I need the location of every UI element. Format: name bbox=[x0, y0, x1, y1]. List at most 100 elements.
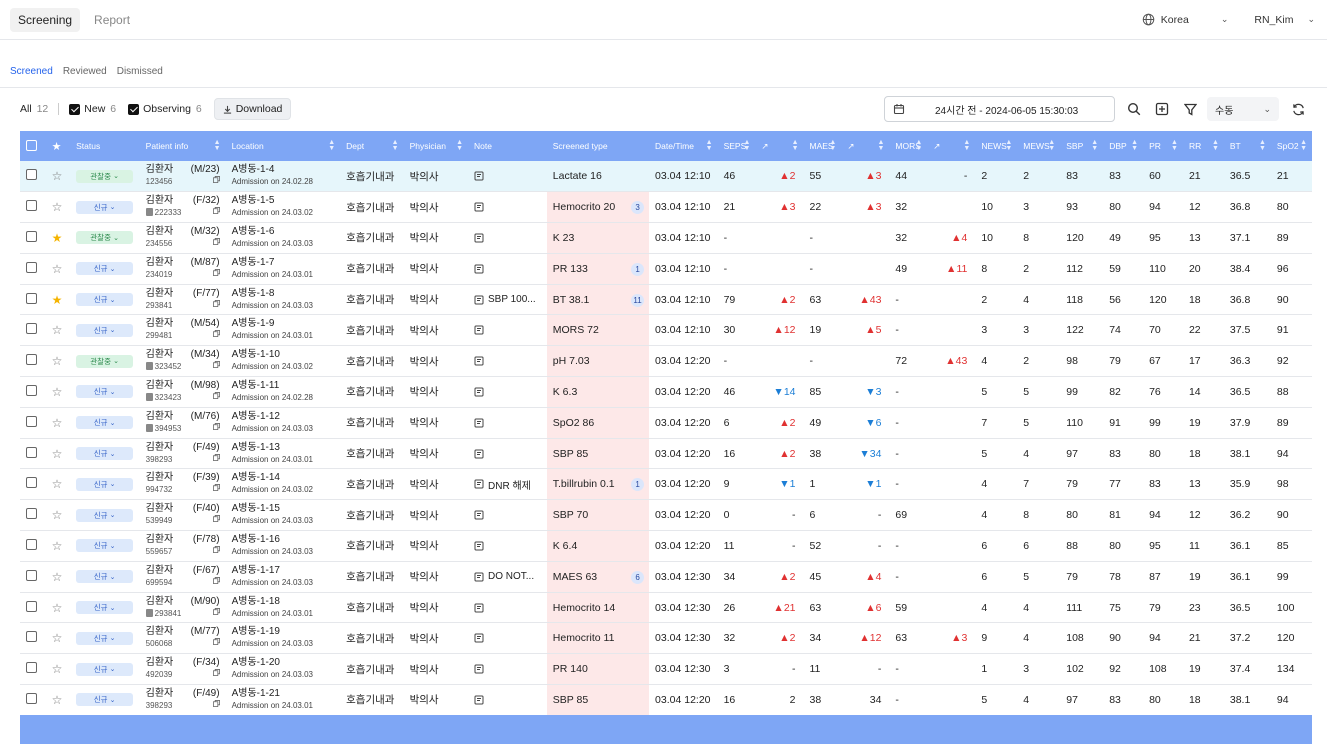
row-checkbox[interactable] bbox=[26, 292, 37, 304]
star-icon[interactable]: ☆ bbox=[52, 539, 63, 553]
status-badge[interactable]: 신규 ⌄ bbox=[76, 601, 134, 615]
sort-icon[interactable]: ▲ ▼ bbox=[1171, 139, 1178, 152]
table-row[interactable]: ☆ 신규 ⌄ 김환자 (F/78) 559657 A병동-1-16 Admission on… bbox=[20, 530, 1312, 562]
status-cell[interactable]: 신규 ⌄ bbox=[70, 469, 140, 500]
screened-count-badge[interactable]: 6 bbox=[631, 570, 645, 584]
table-row[interactable]: ☆ 신규 ⌄ 김환자 (F/40) 539949 A병동-1-15 Admission on… bbox=[20, 499, 1312, 531]
copy-icon[interactable] bbox=[212, 422, 220, 430]
star-icon[interactable]: ☆ bbox=[52, 601, 63, 615]
note-cell[interactable] bbox=[468, 315, 547, 346]
col-mews[interactable]: MEWS ▲ ▼ bbox=[1017, 131, 1060, 161]
status-cell[interactable]: 신규 ⌄ bbox=[70, 561, 140, 592]
row-checkbox-cell[interactable] bbox=[20, 253, 46, 284]
status-badge[interactable]: 신규 ⌄ bbox=[76, 262, 134, 276]
note-cell[interactable] bbox=[468, 623, 547, 654]
note-cell[interactable] bbox=[468, 377, 547, 408]
filter-all[interactable]: All 12 bbox=[20, 103, 48, 115]
status-cell[interactable]: 관찰중 ⌄ bbox=[70, 161, 140, 192]
status-cell[interactable]: 신규 ⌄ bbox=[70, 531, 140, 562]
status-badge[interactable]: 관찰중 ⌄ bbox=[76, 169, 134, 183]
row-checkbox[interactable] bbox=[26, 538, 37, 550]
note-icon[interactable] bbox=[474, 479, 484, 489]
status-cell[interactable]: 신규 ⌄ bbox=[70, 623, 140, 654]
star-cell[interactable]: ☆ bbox=[46, 623, 71, 654]
sort-icon[interactable]: ▲ ▼ bbox=[392, 139, 399, 152]
row-checkbox-cell[interactable] bbox=[20, 654, 46, 685]
sort-icon[interactable]: ▲ ▼ bbox=[1005, 139, 1012, 152]
star-cell[interactable]: ★ bbox=[46, 223, 71, 254]
star-icon[interactable]: ☆ bbox=[52, 570, 63, 584]
status-badge[interactable]: 신규 ⌄ bbox=[76, 477, 134, 491]
star-cell[interactable]: ☆ bbox=[46, 377, 71, 408]
note-cell[interactable] bbox=[468, 253, 547, 284]
star-icon[interactable]: ☆ bbox=[52, 323, 63, 337]
status-cell[interactable]: 신규 ⌄ bbox=[70, 592, 140, 623]
row-checkbox[interactable] bbox=[26, 261, 37, 273]
col-maes-trend[interactable]: ↗ ▲ ▼ bbox=[841, 131, 889, 161]
row-checkbox-cell[interactable] bbox=[20, 192, 46, 223]
checkbox-new[interactable] bbox=[69, 103, 81, 115]
row-checkbox-cell[interactable] bbox=[20, 161, 46, 192]
status-badge[interactable]: 신규 ⌄ bbox=[76, 662, 134, 676]
screened-count-badge[interactable]: 3 bbox=[631, 201, 645, 215]
status-badge[interactable]: 신규 ⌄ bbox=[76, 693, 134, 707]
table-row[interactable]: ☆ 신규 ⌄ 김환자 (M/76) 394953 A병동-1-12 Admission on… bbox=[20, 407, 1312, 439]
date-range-picker[interactable]: 24시간 전 - 2024-06-05 15:30:03 bbox=[884, 96, 1115, 122]
note-cell[interactable]: DNR 해제 bbox=[468, 469, 547, 500]
col-mors[interactable]: MORS ▲ ▼ bbox=[889, 131, 927, 161]
copy-icon[interactable] bbox=[212, 330, 220, 338]
status-cell[interactable]: 신규 ⌄ bbox=[70, 315, 140, 346]
star-cell[interactable]: ☆ bbox=[46, 253, 71, 284]
status-badge[interactable]: 신규 ⌄ bbox=[76, 293, 134, 307]
table-row[interactable]: ☆ 신규 ⌄ 김환자 (F/39) 994732 A병동-1-14 Admission on… bbox=[20, 468, 1312, 500]
sort-icon[interactable]: ▲ ▼ bbox=[1091, 139, 1098, 152]
col-dbp[interactable]: DBP ▲ ▼ bbox=[1103, 131, 1143, 161]
table-row[interactable]: ☆ 신규 ⌄ 김환자 (F/49) 398293 A병동-1-21 Admission on… bbox=[20, 684, 1312, 716]
status-cell[interactable]: 신규 ⌄ bbox=[70, 654, 140, 685]
star-icon[interactable]: ☆ bbox=[52, 262, 63, 276]
row-checkbox[interactable] bbox=[26, 631, 37, 643]
table-row[interactable]: ☆ 신규 ⌄ 김환자 (M/54) 299481 A병동-1-9 Admission on … bbox=[20, 314, 1312, 346]
row-checkbox[interactable] bbox=[26, 692, 37, 704]
screened-count-badge[interactable]: 1 bbox=[631, 478, 645, 492]
note-icon[interactable] bbox=[474, 171, 484, 181]
tab-dismissed[interactable]: Dismissed bbox=[117, 66, 163, 77]
col-seps[interactable]: SEPS ▲ ▼ bbox=[718, 131, 756, 161]
sort-icon[interactable]: ▲ ▼ bbox=[743, 139, 750, 152]
note-cell[interactable] bbox=[468, 654, 547, 685]
row-checkbox-cell[interactable] bbox=[20, 561, 46, 592]
status-cell[interactable]: 관찰중 ⌄ bbox=[70, 346, 140, 377]
star-icon[interactable]: ★ bbox=[52, 293, 63, 307]
col-location[interactable]: Location ▲ ▼ bbox=[226, 131, 341, 161]
copy-icon[interactable] bbox=[212, 607, 220, 615]
star-cell[interactable]: ☆ bbox=[46, 469, 71, 500]
nav-tab-screening[interactable]: Screening bbox=[10, 7, 81, 32]
row-checkbox-cell[interactable] bbox=[20, 346, 46, 377]
row-checkbox[interactable] bbox=[26, 569, 37, 581]
note-icon[interactable] bbox=[474, 664, 484, 674]
table-row[interactable]: ☆ 신규 ⌄ 김환자 (M/90) 293841 A병동-1-18 Admission on… bbox=[20, 592, 1312, 623]
row-checkbox-cell[interactable] bbox=[20, 592, 46, 623]
col-bt[interactable]: BT ▲ ▼ bbox=[1224, 131, 1271, 161]
row-checkbox-cell[interactable] bbox=[20, 623, 46, 654]
copy-icon[interactable] bbox=[212, 207, 220, 215]
sort-icon[interactable]: ▲ ▼ bbox=[456, 139, 463, 152]
sort-icon[interactable]: ▲ ▼ bbox=[214, 139, 221, 152]
note-cell[interactable] bbox=[468, 438, 547, 469]
note-cell[interactable] bbox=[468, 685, 547, 716]
row-checkbox-cell[interactable] bbox=[20, 407, 46, 438]
status-badge[interactable]: 신규 ⌄ bbox=[76, 631, 134, 645]
col-screened-type[interactable]: Screened type bbox=[547, 131, 649, 161]
status-badge[interactable]: 신규 ⌄ bbox=[76, 447, 134, 461]
row-checkbox[interactable] bbox=[26, 200, 37, 212]
row-checkbox[interactable] bbox=[26, 477, 37, 489]
note-cell[interactable] bbox=[468, 500, 547, 531]
row-checkbox-cell[interactable] bbox=[20, 685, 46, 716]
row-checkbox-cell[interactable] bbox=[20, 284, 46, 315]
note-icon[interactable] bbox=[474, 356, 484, 366]
col-mors-trend[interactable]: ↗ ▲ ▼ bbox=[927, 131, 975, 161]
status-cell[interactable]: 신규 ⌄ bbox=[70, 192, 140, 223]
table-row[interactable]: ★ 신규 ⌄ 김환자 (F/77) 293841 A병동-1-8 Admission on … bbox=[20, 284, 1312, 315]
note-cell[interactable]: DO NOT... bbox=[468, 561, 547, 592]
note-icon[interactable] bbox=[474, 325, 484, 335]
